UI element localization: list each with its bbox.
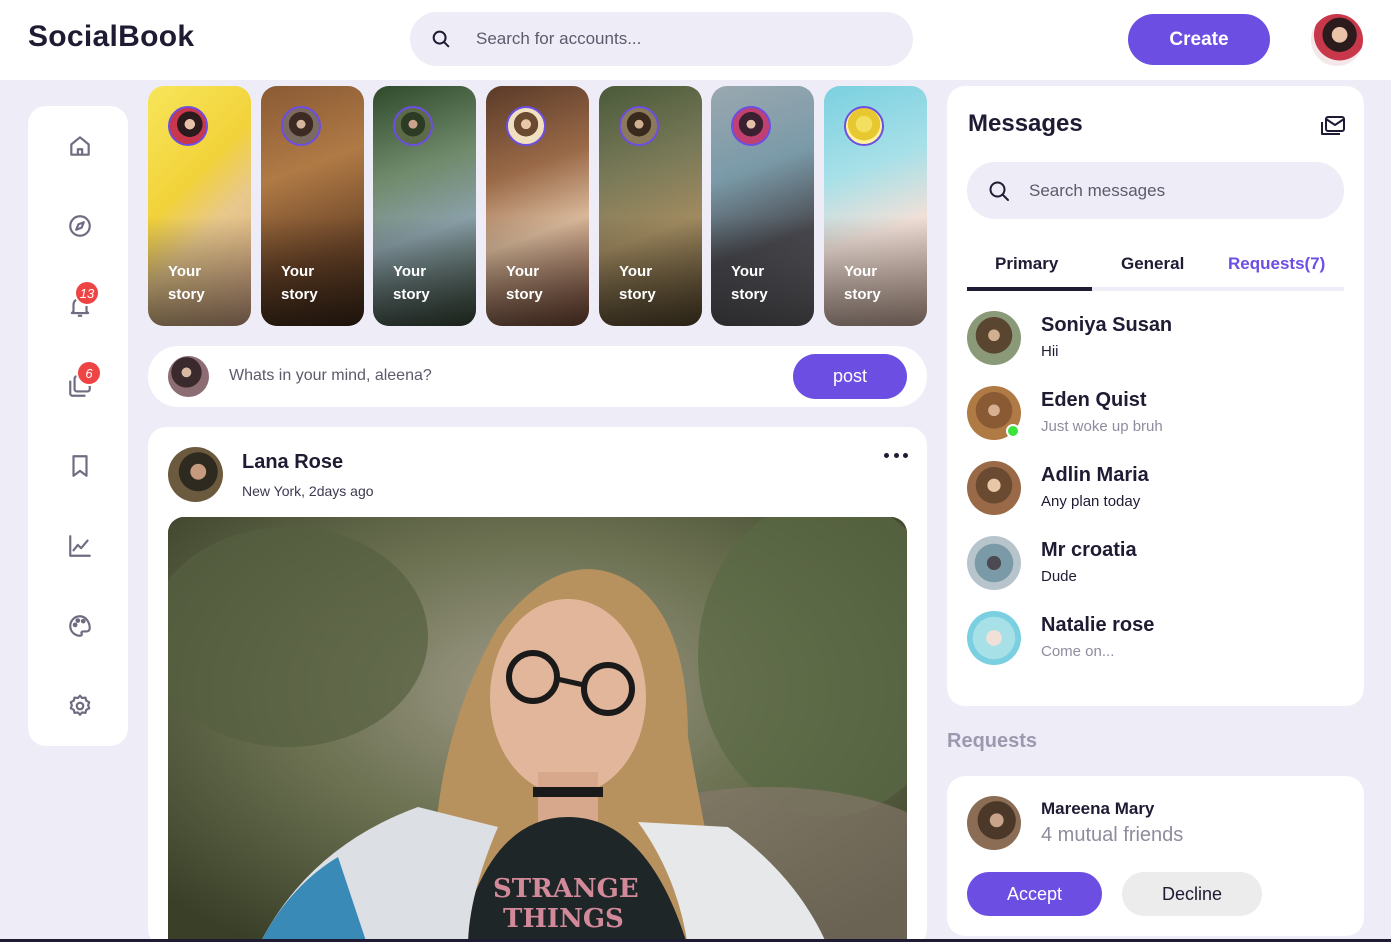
active-tab-indicator [967, 287, 1092, 291]
story-avatar [281, 106, 321, 146]
svg-text:THINGS: THINGS [503, 904, 624, 934]
post-photo-illustration: STRANGE THINGS [168, 517, 907, 942]
contact-name: Natalie rose [1041, 614, 1155, 636]
post-author-name[interactable]: Lana Rose [242, 451, 343, 474]
story-avatar [844, 106, 884, 146]
sidebar-nav: 13 6 [28, 106, 128, 746]
messages-badge: 6 [76, 360, 102, 386]
requests-heading: Requests [947, 730, 1038, 752]
message-preview: Any plan today [1041, 493, 1141, 510]
story-label: Your story [506, 263, 543, 303]
requester-name[interactable]: Mareena Mary [1041, 799, 1154, 819]
contact-name: Eden Quist [1041, 389, 1147, 411]
bookmark-icon [72, 455, 88, 477]
search-icon [989, 181, 1009, 201]
settings-icon [69, 694, 91, 716]
story-label: Your story [844, 263, 881, 303]
tab-general[interactable]: General [1121, 254, 1184, 274]
message-preview: Hii [1041, 343, 1059, 360]
story-avatar [619, 106, 659, 146]
create-button[interactable]: Create [1128, 14, 1270, 65]
post-photo[interactable]: STRANGE THINGS [168, 517, 907, 942]
notifications-badge: 13 [74, 280, 100, 306]
tab-primary[interactable]: Primary [995, 254, 1058, 274]
story-card[interactable]: Your story [261, 86, 364, 326]
feed-post: Lana Rose New York, 2days ago STRANGE TH… [148, 427, 927, 942]
message-tabs: Primary General Requests(7) [967, 246, 1344, 291]
story-avatar [731, 106, 771, 146]
story-card[interactable]: Your story [824, 86, 927, 326]
story-card[interactable]: Your story [599, 86, 702, 326]
explore-icon [69, 215, 91, 237]
message-item[interactable]: Soniya Susan Hii [967, 311, 1344, 367]
friend-request-card: Mareena Mary 4 mutual friends Accept Dec… [947, 776, 1364, 936]
story-card[interactable]: Your story [486, 86, 589, 326]
message-preview: Just woke up bruh [1041, 418, 1163, 435]
home-icon [70, 136, 90, 156]
account-search-bar[interactable]: Search for accounts... [410, 12, 913, 66]
online-indicator [1006, 424, 1020, 438]
story-card[interactable]: Your story [148, 86, 251, 326]
sidebar-item-analytics[interactable] [66, 532, 94, 560]
decline-button[interactable]: Decline [1122, 872, 1262, 916]
message-search-input[interactable]: Search messages [1029, 181, 1165, 201]
story-avatar [393, 106, 433, 146]
message-search-bar[interactable]: Search messages [967, 162, 1344, 219]
top-bar: SocialBook Search for accounts... Create [0, 0, 1391, 80]
svg-text:STRANGE: STRANGE [493, 874, 639, 904]
requester-avatar[interactable] [967, 796, 1021, 850]
contact-name: Soniya Susan [1041, 314, 1173, 336]
profile-avatar[interactable] [1309, 12, 1365, 68]
sidebar-item-messages[interactable]: 6 [66, 360, 102, 400]
post-location: New York, 2days ago [242, 483, 374, 499]
sidebar-item-notifications[interactable]: 13 [66, 280, 100, 320]
contact-avatar [967, 311, 1021, 365]
messages-panel: Messages Search messages Primary General… [947, 86, 1364, 706]
sidebar-item-bookmarks[interactable] [66, 452, 94, 480]
story-label: Your story [619, 263, 656, 303]
story-card[interactable]: Your story [711, 86, 814, 326]
theme-icon [69, 615, 91, 637]
sidebar-item-home[interactable] [66, 132, 94, 160]
post-button[interactable]: post [793, 354, 907, 399]
tab-requests[interactable]: Requests(7) [1228, 254, 1325, 274]
post-composer: Whats in your mind, aleena? post [148, 346, 927, 407]
contact-name: Mr croatia [1041, 539, 1137, 561]
search-input[interactable]: Search for accounts... [476, 29, 641, 49]
contact-avatar [967, 461, 1021, 515]
post-author-avatar[interactable] [168, 447, 223, 502]
message-item[interactable]: Adlin Maria Any plan today [967, 461, 1344, 517]
messages-title: Messages [968, 110, 1083, 137]
composer-input[interactable]: Whats in your mind, aleena? [229, 367, 432, 385]
analytics-icon [69, 535, 91, 557]
message-item[interactable]: Eden Quist Just woke up bruh [967, 386, 1344, 442]
search-icon [432, 30, 450, 48]
compose-message-icon[interactable] [1320, 114, 1346, 138]
composer-avatar [168, 356, 209, 397]
story-label: Your story [393, 263, 430, 303]
more-options-icon[interactable] [884, 445, 908, 465]
message-item[interactable]: Natalie rose Come on... [967, 611, 1344, 667]
message-item[interactable]: Mr croatia Dude [967, 536, 1344, 592]
sidebar-item-explore[interactable] [66, 212, 94, 240]
contact-name: Adlin Maria [1041, 464, 1149, 486]
story-avatar [506, 106, 546, 146]
story-card[interactable]: Your story [373, 86, 476, 326]
mutual-friends-count: 4 mutual friends [1041, 824, 1184, 846]
story-avatar [168, 106, 208, 146]
story-label: Your story [731, 263, 768, 303]
story-label: Your story [281, 263, 318, 303]
app-logo[interactable]: SocialBook [28, 20, 194, 54]
message-preview: Dude [1041, 568, 1077, 585]
sidebar-item-theme[interactable] [66, 612, 94, 640]
story-label: Your story [168, 263, 205, 303]
message-preview: Come on... [1041, 643, 1115, 660]
contact-avatar [967, 611, 1021, 665]
accept-button[interactable]: Accept [967, 872, 1102, 916]
sidebar-item-settings[interactable] [66, 692, 94, 720]
contact-avatar [967, 536, 1021, 590]
